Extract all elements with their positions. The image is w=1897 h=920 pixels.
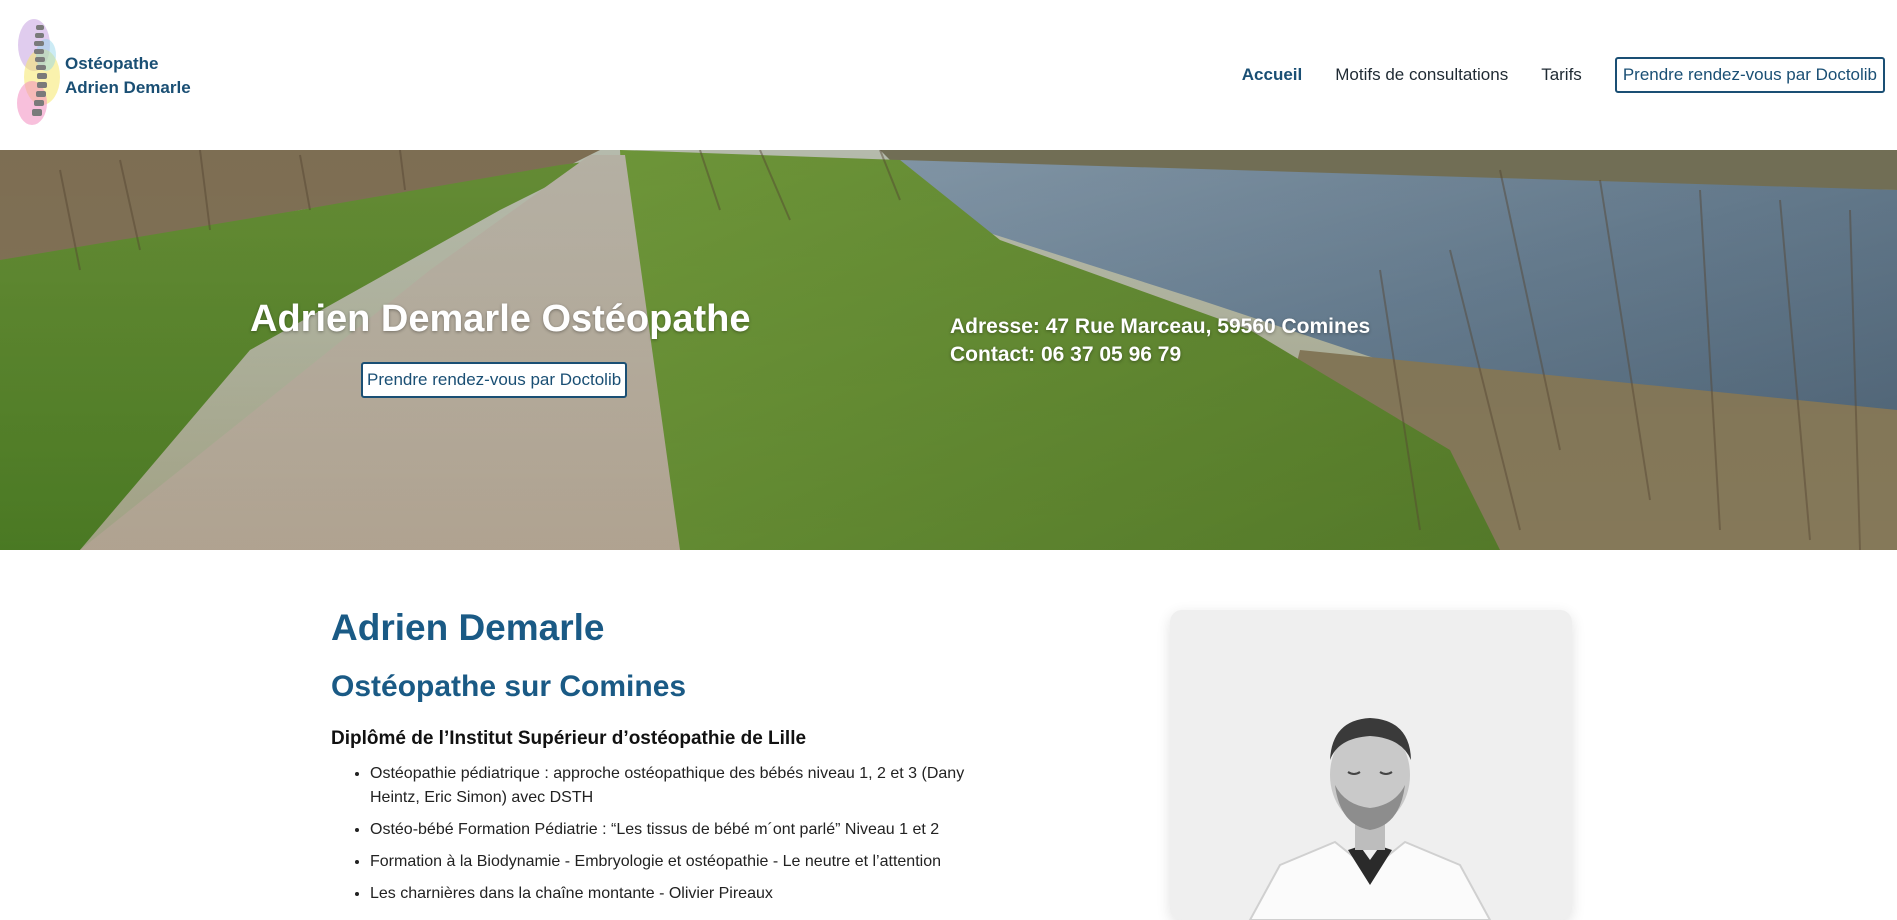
hero-booking-button[interactable]: Prendre rendez-vous par Doctolib [361, 362, 628, 398]
hero-phone[interactable]: Contact: 06 37 05 96 79 [950, 341, 1370, 369]
diploma-heading: Diplômé de l’Institut Supérieur d’ostéop… [331, 728, 807, 749]
nav-booking-button[interactable]: Prendre rendez-vous par Doctolib [1614, 57, 1885, 93]
training-list: Ostéopathie pédiatrique : approche ostéo… [330, 762, 1010, 914]
training-item: Les charnières dans la chaîne montante -… [370, 882, 1010, 906]
nav-home[interactable]: Accueil [1242, 65, 1302, 85]
portrait-image [1170, 610, 1572, 920]
hero-title: Adrien Demarle Ostéopathe [250, 298, 751, 340]
spine-logo-icon[interactable] [14, 15, 64, 131]
training-item: Formation à la Biodynamie - Embryologie … [370, 850, 1010, 874]
site-header: Ostéopathe Adrien Demarle Accueil Motifs… [0, 0, 1897, 150]
hero-address: Adresse: 47 Rue Marceau, 59560 Comines [950, 315, 1371, 338]
brand-line-2: Adrien Demarle [65, 78, 191, 97]
practitioner-photo [1170, 610, 1572, 920]
site-brand[interactable]: Ostéopathe Adrien Demarle [65, 52, 191, 100]
hero-banner: Adrien Demarle Ostéopathe Prendre rendez… [0, 150, 1897, 550]
hero-landscape-image [0, 150, 1897, 550]
main-nav: Accueil Motifs de consultations Tarifs P… [1242, 56, 1885, 94]
practitioner-subtitle: Ostéopathe sur Comines [331, 670, 687, 703]
nav-prices[interactable]: Tarifs [1541, 65, 1582, 85]
nav-consultation-reasons[interactable]: Motifs de consultations [1335, 65, 1508, 85]
training-item: Ostéo-bébé Formation Pédiatrie : “Les ti… [370, 818, 1010, 842]
hero-contact-info: Adresse: 47 Rue Marceau, 59560 Comines C… [950, 313, 1370, 369]
training-item: Ostéopathie pédiatrique : approche ostéo… [370, 762, 1010, 810]
practitioner-name: Adrien Demarle [331, 607, 605, 648]
brand-line-1: Ostéopathe [65, 54, 159, 73]
